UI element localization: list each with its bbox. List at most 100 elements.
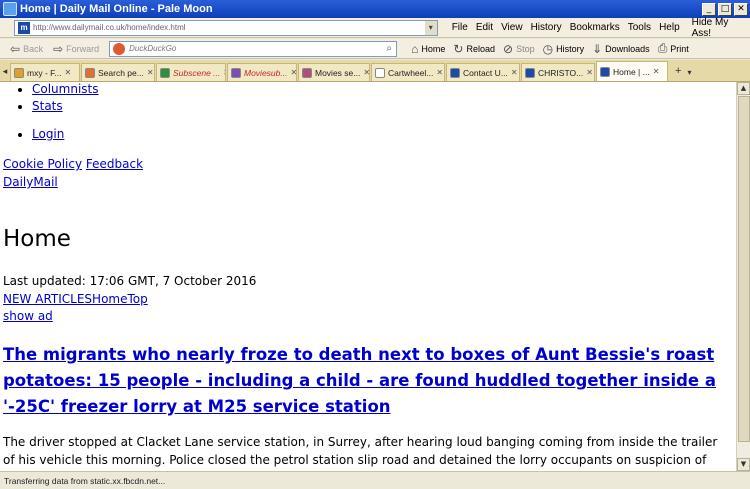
tab-favicon-icon: [375, 67, 385, 78]
feedback-link[interactable]: Feedback: [86, 157, 143, 171]
last-updated: Last updated: 17:06 GMT, 7 October 2016: [3, 274, 257, 288]
headline: The migrants who nearly froze to death n…: [3, 342, 728, 420]
tab-close-icon[interactable]: ✕: [363, 68, 369, 77]
tab-list-icon[interactable]: ▾: [687, 68, 691, 77]
menu-edit[interactable]: Edit: [476, 22, 493, 33]
forward-arrow-icon: ⇨: [53, 41, 64, 56]
tab-close-icon[interactable]: ✕: [223, 68, 225, 77]
history-label: History: [556, 43, 585, 54]
reload-label: Reload: [466, 43, 496, 54]
tab-favicon-icon: [525, 67, 535, 78]
tab-label: Movies se...: [315, 67, 361, 78]
stop-button[interactable]: ⊘ Stop: [503, 42, 535, 56]
stop-label: Stop: [516, 43, 535, 54]
tab-favicon-icon: [231, 67, 241, 78]
minimize-button[interactable]: _: [702, 2, 716, 16]
tab-close-icon[interactable]: ✕: [511, 68, 518, 77]
address-bar[interactable]: m http://www.dailymail.co.uk/home/index.…: [14, 19, 438, 36]
print-icon: ⎙: [657, 41, 668, 55]
scroll-down-icon[interactable]: ▼: [737, 458, 750, 471]
tab[interactable]: Moviesub... ✕: [227, 63, 297, 81]
show-ad-row: show ad: [3, 309, 53, 323]
hide-my-ass-button[interactable]: Hide My Ass!: [692, 17, 742, 39]
new-articles-link[interactable]: NEW ARTICLES: [3, 292, 92, 306]
home-link[interactable]: Home: [92, 292, 127, 306]
menu-help[interactable]: Help: [659, 22, 680, 33]
address-row: m http://www.dailymail.co.uk/home/index.…: [0, 17, 750, 39]
page-title: Home: [3, 226, 71, 252]
back-arrow-icon: ⇦: [10, 41, 21, 56]
back-button[interactable]: ⇦ Back: [10, 42, 43, 56]
top-link[interactable]: Top: [127, 292, 147, 306]
tab-label: Home | ...: [613, 66, 650, 77]
maximize-button[interactable]: □: [718, 2, 732, 16]
forward-button[interactable]: ⇨ Forward: [53, 42, 99, 56]
tab-favicon-icon: [85, 67, 95, 78]
history-button[interactable]: ◷ History: [543, 42, 585, 56]
tab[interactable]: CHRISTO... ✕: [521, 63, 595, 81]
menu-tools[interactable]: Tools: [628, 22, 651, 33]
menu-history[interactable]: History: [531, 22, 562, 33]
downloads-icon: ⇓: [592, 41, 603, 56]
tab-favicon-icon: [302, 67, 312, 78]
search-box[interactable]: DuckDuckGo ⌕: [109, 40, 398, 57]
tab-label: CHRISTO...: [538, 67, 584, 78]
forward-label: Forward: [66, 43, 100, 54]
list-item: Stats: [32, 99, 99, 113]
tab-favicon-icon: [14, 67, 24, 78]
headline-link[interactable]: The migrants who nearly froze to death n…: [3, 345, 716, 416]
tab-close-icon[interactable]: ✕: [586, 68, 593, 77]
columnists-link[interactable]: Columnists: [32, 82, 99, 96]
dailymail-link[interactable]: DailyMail: [3, 175, 58, 189]
new-tab-button[interactable]: +: [675, 65, 681, 77]
stop-icon: ⊘: [503, 41, 514, 56]
nav-list: Columnists Stats: [18, 82, 99, 113]
tab[interactable]: Subscene ...✕: [156, 63, 226, 81]
address-dropdown-icon[interactable]: ▾: [424, 20, 437, 35]
show-ad-link[interactable]: show ad: [3, 309, 53, 323]
tab[interactable]: Search pe... ✕: [81, 63, 155, 81]
vertical-scrollbar[interactable]: ▲ ▼: [736, 82, 750, 471]
tab-favicon-icon: [160, 67, 170, 78]
login-link[interactable]: Login: [32, 127, 64, 141]
stats-link[interactable]: Stats: [32, 99, 63, 113]
reload-button[interactable]: ↻ Reload: [453, 42, 495, 56]
reload-icon: ↻: [453, 41, 464, 56]
tabs-scroll-left-icon[interactable]: ◂: [0, 66, 10, 77]
cookie-policy-link[interactable]: Cookie Policy: [3, 157, 82, 171]
search-icon[interactable]: ⌕: [382, 43, 396, 54]
home-label: Home: [421, 43, 446, 54]
address-url[interactable]: http://www.dailymail.co.uk/home/index.ht…: [33, 23, 425, 32]
navigation-toolbar: ⇦ Back ⇨ Forward DuckDuckGo ⌕ ⌂ Home ↻ R…: [0, 39, 750, 59]
tab[interactable]: Movies se... ✕: [298, 63, 370, 81]
scroll-up-icon[interactable]: ▲: [737, 82, 750, 95]
close-button[interactable]: ✕: [734, 2, 748, 16]
home-button[interactable]: ⌂ Home: [411, 42, 445, 56]
tab-strip: ◂ mxy - F...✕Search pe...✕Subscene ...✕M…: [0, 60, 750, 82]
tab-close-icon[interactable]: ✕: [290, 68, 296, 77]
page-content: Columnists Stats Login Cookie Policy Fee…: [0, 82, 736, 471]
duckduckgo-icon: [113, 42, 126, 55]
tab[interactable]: Home | ... ✕: [596, 61, 668, 81]
menu-view[interactable]: View: [501, 22, 523, 33]
tab[interactable]: Contact U... ✕: [446, 63, 520, 81]
search-placeholder[interactable]: DuckDuckGo: [129, 44, 382, 53]
pale-moon-icon: [3, 2, 17, 16]
tab-favicon-icon: [600, 66, 610, 77]
status-bar: Transferring data from static.xx.fbcdn.n…: [0, 471, 750, 489]
scroll-thumb[interactable]: [738, 96, 750, 442]
tab-close-icon[interactable]: ✕: [653, 67, 660, 76]
tab-favicon-icon: [450, 67, 460, 78]
back-label: Back: [23, 43, 44, 54]
title-bar: Home | Daily Mail Online - Pale Moon _ □…: [0, 0, 750, 18]
list-item: Login: [32, 127, 64, 141]
print-button[interactable]: ⎙ Print: [658, 41, 689, 56]
tab-close-icon[interactable]: ✕: [64, 68, 71, 77]
tab[interactable]: Cartwheel... ✕: [371, 63, 445, 81]
menu-file[interactable]: File: [452, 22, 468, 33]
tab-close-icon[interactable]: ✕: [147, 68, 154, 77]
menu-bookmarks[interactable]: Bookmarks: [570, 22, 620, 33]
downloads-button[interactable]: ⇓ Downloads: [592, 42, 650, 56]
tab-close-icon[interactable]: ✕: [436, 68, 443, 77]
tab[interactable]: mxy - F... ✕: [10, 63, 80, 81]
